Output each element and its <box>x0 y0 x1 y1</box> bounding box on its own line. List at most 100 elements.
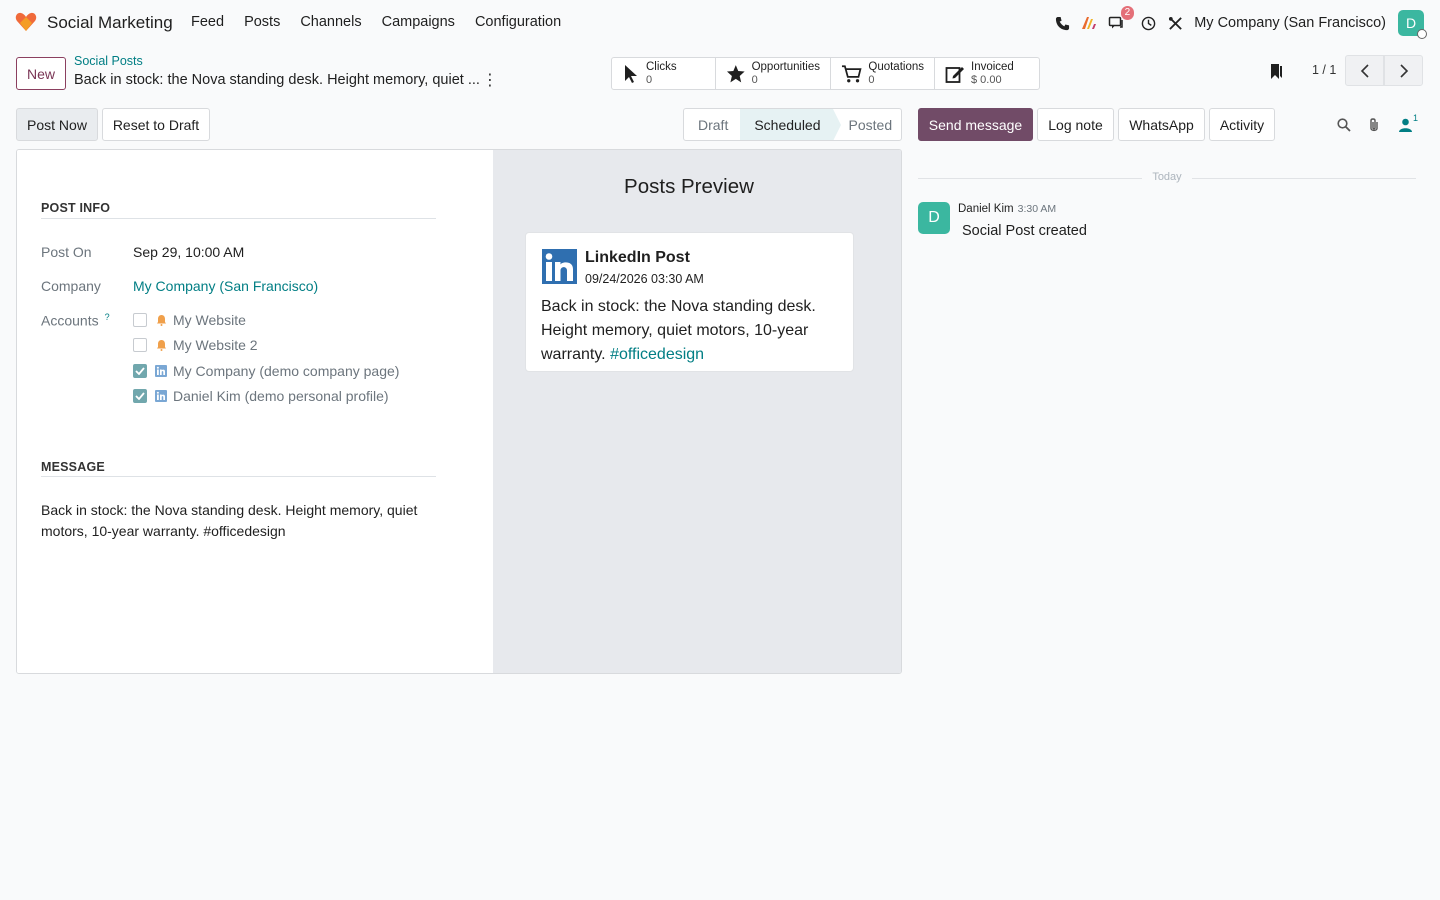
linkedin-logo-icon <box>542 249 577 284</box>
post-on-value[interactable]: Sep 29, 10:00 AM <box>133 244 244 260</box>
stat-opportunities-value: 0 <box>751 73 758 86</box>
linkedin-preview-card: LinkedIn Post 09/24/2026 03:30 AM Back i… <box>525 232 854 372</box>
menu-feed[interactable]: Feed <box>191 14 224 30</box>
ai-icon[interactable] <box>1080 14 1098 32</box>
stat-quotations-label: Quotations <box>868 60 924 73</box>
company-value-link[interactable]: My Company (San Francisco) <box>133 278 318 294</box>
checkbox-checked[interactable] <box>133 364 147 378</box>
user-avatar[interactable]: D <box>1398 10 1427 39</box>
account-option[interactable]: My Website 2 <box>133 337 258 353</box>
company-switcher[interactable]: My Company (San Francisco) <box>1194 15 1386 31</box>
clock-icon[interactable] <box>1139 14 1157 32</box>
preview-card-body: Back in stock: the Nova standing desk. H… <box>541 295 841 367</box>
stat-clicks-label: Clicks <box>646 60 677 73</box>
posts-preview-title: Posts Preview <box>624 175 754 198</box>
breadcrumb-social-posts[interactable]: Social Posts <box>74 54 143 68</box>
account-option[interactable]: My Website <box>133 312 246 328</box>
smart-buttons: Clicks 0 Opportunities 0 Quotations 0 In… <box>611 57 1040 90</box>
post-now-button[interactable]: Post Now <box>16 108 98 141</box>
menu-configuration[interactable]: Configuration <box>475 14 561 30</box>
bookmark-icon[interactable] <box>1268 62 1284 80</box>
stage-scheduled[interactable]: Scheduled <box>740 109 841 140</box>
send-message-button[interactable]: Send message <box>918 108 1033 141</box>
actions-menu-icon[interactable]: ⋮ <box>482 72 498 90</box>
account-name: My Website 2 <box>173 337 258 353</box>
help-tooltip-icon[interactable]: ? <box>105 312 110 322</box>
message-section-title: MESSAGE <box>41 460 105 474</box>
linkedin-icon <box>155 365 167 377</box>
accounts-label: Accounts? <box>41 312 110 329</box>
messages-badge: 2 <box>1120 6 1135 20</box>
checkbox[interactable] <box>133 313 147 327</box>
stat-invoiced-button[interactable]: Invoiced $ 0.00 <box>935 58 1039 89</box>
preview-hashtag-link[interactable]: #officedesign <box>610 346 704 363</box>
pager-next-button[interactable] <box>1384 55 1423 86</box>
message-header: Daniel Kim 3:30 AM <box>958 203 1056 215</box>
chevron-right-icon <box>1399 63 1408 78</box>
stat-quotations-value: 0 <box>868 73 875 86</box>
menu-posts[interactable]: Posts <box>244 14 280 30</box>
pager-counter[interactable]: 1 / 1 <box>1312 63 1336 77</box>
followers-icon[interactable] <box>1396 116 1414 134</box>
reset-to-draft-button[interactable]: Reset to Draft <box>102 108 210 141</box>
date-separator-label: Today <box>1152 171 1182 183</box>
linkedin-icon <box>155 390 167 402</box>
date-separator: Today <box>918 170 1416 186</box>
presence-status-icon <box>1417 29 1427 39</box>
search-icon[interactable] <box>1335 116 1353 134</box>
follower-count: 1 <box>1413 113 1419 123</box>
cursor-icon <box>625 64 637 83</box>
cart-icon <box>841 64 862 82</box>
app-logo-icon[interactable] <box>15 12 37 32</box>
preview-card-title: LinkedIn Post <box>585 249 690 266</box>
stat-opportunities-button[interactable]: Opportunities 0 <box>716 58 831 89</box>
main-menu: Feed Posts Channels Campaigns Configurat… <box>191 14 581 30</box>
message-author[interactable]: Daniel Kim <box>958 203 1014 215</box>
account-name: My Company (demo company page) <box>173 363 400 379</box>
preview-card-date: 09/24/2026 03:30 AM <box>585 272 704 286</box>
form-sheet: POST INFO Post On Sep 29, 10:00 AM Compa… <box>16 149 902 674</box>
stage-posted[interactable]: Posted <box>833 109 901 140</box>
separator-line <box>1192 178 1416 179</box>
message-time: 3:30 AM <box>1017 203 1057 215</box>
chevron-left-icon <box>1360 63 1369 78</box>
top-navbar: Social Marketing Feed Posts Channels Cam… <box>0 0 1440 46</box>
message-field[interactable]: Back in stock: the Nova standing desk. H… <box>41 500 441 542</box>
whatsapp-button[interactable]: WhatsApp <box>1118 108 1205 141</box>
account-option[interactable]: My Company (demo company page) <box>133 363 399 379</box>
message-body: Social Post created <box>962 223 1087 239</box>
checkbox[interactable] <box>133 338 147 352</box>
activity-button[interactable]: Activity <box>1209 108 1275 141</box>
systray: 2 My Company (San Francisco) D <box>1044 6 1427 39</box>
app-brand[interactable]: Social Marketing <box>47 13 173 33</box>
stat-invoiced-label: Invoiced <box>971 60 1014 73</box>
checkbox-checked[interactable] <box>133 389 147 403</box>
bell-icon <box>155 339 167 351</box>
paperclip-icon[interactable] <box>1365 116 1383 134</box>
post-info-section-title: POST INFO <box>41 201 111 215</box>
section-divider <box>41 218 436 219</box>
account-name: Daniel Kim (demo personal profile) <box>173 388 389 404</box>
stat-clicks-value: 0 <box>646 73 653 86</box>
new-button[interactable]: New <box>16 57 66 90</box>
edit-icon <box>945 66 964 83</box>
menu-channels[interactable]: Channels <box>300 14 361 30</box>
messages-icon[interactable]: 2 <box>1107 6 1135 32</box>
menu-campaigns[interactable]: Campaigns <box>382 14 455 30</box>
message-author-avatar[interactable]: D <box>918 202 950 234</box>
bell-icon <box>155 314 167 326</box>
accounts-label-text: Accounts <box>41 312 99 329</box>
phone-icon[interactable] <box>1053 14 1071 32</box>
user-avatar-initial: D <box>1405 15 1417 31</box>
stage-draft[interactable]: Draft <box>684 109 740 140</box>
log-note-button[interactable]: Log note <box>1037 108 1114 141</box>
account-name: My Website <box>173 312 246 328</box>
post-on-label: Post On <box>41 244 92 260</box>
stat-clicks-button[interactable]: Clicks 0 <box>612 58 716 89</box>
stat-quotations-button[interactable]: Quotations 0 <box>831 58 935 89</box>
account-option[interactable]: Daniel Kim (demo personal profile) <box>133 388 389 404</box>
tools-icon[interactable] <box>1166 14 1184 32</box>
posts-preview-panel: Posts Preview LinkedIn Post 09/24/2026 0… <box>493 150 901 673</box>
stat-invoiced-value: $ 0.00 <box>971 73 1002 86</box>
pager-previous-button[interactable] <box>1345 55 1384 86</box>
